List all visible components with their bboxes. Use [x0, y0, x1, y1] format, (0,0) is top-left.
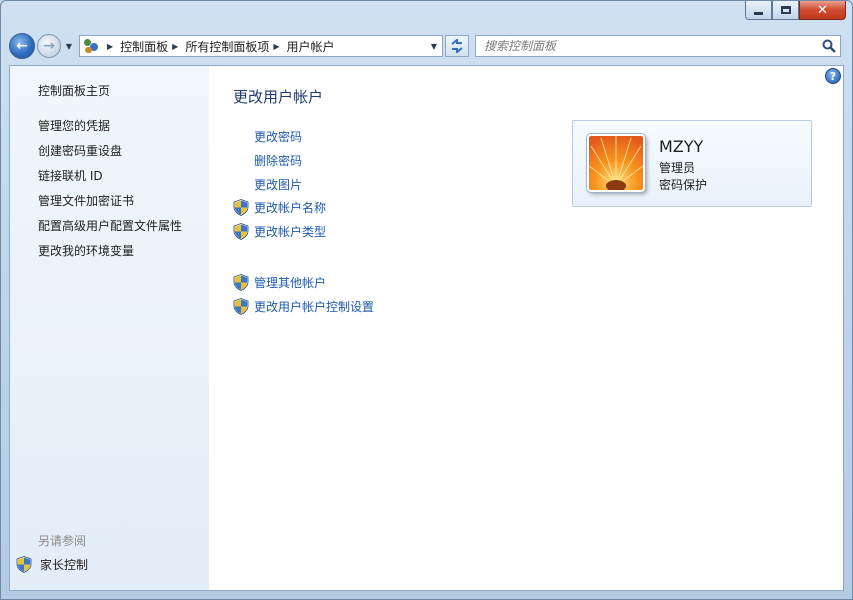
- sidebar-item-environment-variables[interactable]: 更改我的环境变量: [38, 242, 134, 259]
- user-account-card: MZYY 管理员 密码保护: [572, 120, 812, 207]
- back-arrow-icon: ←: [16, 38, 28, 54]
- breadcrumb-separator-icon[interactable]: ▶: [172, 42, 178, 51]
- close-button[interactable]: ✕: [799, 1, 846, 20]
- parental-controls-label: 家长控制: [40, 558, 89, 572]
- search-icon: [822, 39, 836, 53]
- minimize-icon: [754, 11, 763, 15]
- minimize-button[interactable]: [745, 1, 772, 20]
- remove-password-link[interactable]: 删除密码: [233, 152, 302, 169]
- navigation-bar: ← → ▼ ▶ 控制面板 ▶ 所有控制面板项 ▶ 用户帐户 ▼: [9, 31, 844, 61]
- address-history-dropdown[interactable]: ▼: [426, 42, 442, 51]
- task-label: 更改帐户名称: [254, 201, 327, 215]
- uac-shield-icon: [233, 199, 249, 216]
- password-status: 密码保护: [659, 178, 708, 192]
- manage-other-accounts-link[interactable]: 管理其他帐户: [233, 274, 326, 291]
- user-avatar[interactable]: [587, 134, 645, 192]
- caption-buttons: ✕: [745, 1, 846, 21]
- breadcrumb-separator-icon[interactable]: ▶: [273, 42, 279, 51]
- change-picture-link[interactable]: 更改图片: [233, 176, 302, 193]
- change-account-name-link[interactable]: 更改帐户名称: [233, 199, 326, 216]
- search-input[interactable]: [484, 39, 818, 53]
- uac-shield-icon: [233, 223, 249, 240]
- task-label: 管理其他帐户: [254, 276, 327, 290]
- breadcrumb-all-items[interactable]: 所有控制面板项: [185, 38, 269, 55]
- sidebar-item-manage-credentials[interactable]: 管理您的凭据: [38, 117, 110, 134]
- user-accounts-icon: [83, 38, 99, 54]
- help-button[interactable]: ?: [825, 68, 841, 84]
- maximize-button[interactable]: [772, 1, 799, 20]
- user-role: 管理员: [659, 161, 696, 175]
- task-label: 更改密码: [254, 130, 303, 144]
- refresh-button[interactable]: [445, 35, 469, 57]
- flower-picture-icon: [589, 136, 643, 190]
- page-title: 更改用户帐户: [233, 88, 324, 106]
- uac-shield-icon: [233, 274, 249, 291]
- task-label: 删除密码: [254, 154, 303, 168]
- sidebar-item-encryption-certificates[interactable]: 管理文件加密证书: [38, 192, 134, 209]
- content-area: 控制面板主页 管理您的凭据 创建密码重设盘 链接联机 ID 管理文件加密证书 配…: [9, 65, 844, 591]
- breadcrumb-separator-icon[interactable]: ▶: [107, 42, 113, 51]
- see-also-heading: 另请参阅: [38, 534, 87, 548]
- search-box[interactable]: [475, 35, 841, 57]
- window: ✕ ← → ▼ ▶ 控制面板 ▶ 所有控制面板项 ▶ 用户帐户 ▼ 搜索控制面板…: [0, 0, 853, 600]
- uac-settings-link[interactable]: 更改用户帐户控制设置: [233, 298, 374, 315]
- uac-shield-icon: [16, 556, 32, 573]
- change-account-type-link[interactable]: 更改帐户类型: [233, 223, 326, 240]
- refresh-icon: [451, 39, 463, 53]
- sidebar-item-profile-properties[interactable]: 配置高级用户配置文件属性: [38, 217, 182, 234]
- sidebar-item-control-panel-home[interactable]: 控制面板主页: [38, 82, 110, 99]
- recent-pages-dropdown[interactable]: ▼: [63, 42, 75, 51]
- task-label: 更改图片: [254, 178, 303, 192]
- back-button[interactable]: ←: [9, 33, 35, 59]
- address-bar[interactable]: ▶ 控制面板 ▶ 所有控制面板项 ▶ 用户帐户 ▼: [79, 35, 443, 57]
- maximize-icon: [780, 6, 791, 14]
- sidebar-item-password-reset-disk[interactable]: 创建密码重设盘: [38, 142, 122, 159]
- change-password-link[interactable]: 更改密码: [233, 128, 302, 145]
- task-label: 更改帐户类型: [254, 225, 327, 239]
- search-button[interactable]: [818, 36, 840, 56]
- task-label: 更改用户帐户控制设置: [254, 300, 375, 314]
- uac-shield-icon: [233, 298, 249, 315]
- main-panel: ? 更改用户帐户 更改密码 删除密码 更改图片 更改帐户名称 更改帐户类型 管理…: [209, 66, 843, 590]
- close-icon: ✕: [817, 2, 828, 18]
- forward-arrow-icon: →: [43, 38, 55, 54]
- breadcrumb-control-panel[interactable]: 控制面板: [120, 38, 168, 55]
- breadcrumb-user-accounts[interactable]: 用户帐户: [287, 38, 335, 55]
- sidebar: 控制面板主页 管理您的凭据 创建密码重设盘 链接联机 ID 管理文件加密证书 配…: [10, 66, 209, 590]
- sidebar-item-link-online-id[interactable]: 链接联机 ID: [38, 167, 103, 184]
- forward-button[interactable]: →: [37, 34, 61, 58]
- user-name: MZYY: [659, 137, 704, 156]
- help-icon: ?: [829, 69, 837, 83]
- sidebar-item-parental-controls[interactable]: 家长控制: [16, 556, 88, 573]
